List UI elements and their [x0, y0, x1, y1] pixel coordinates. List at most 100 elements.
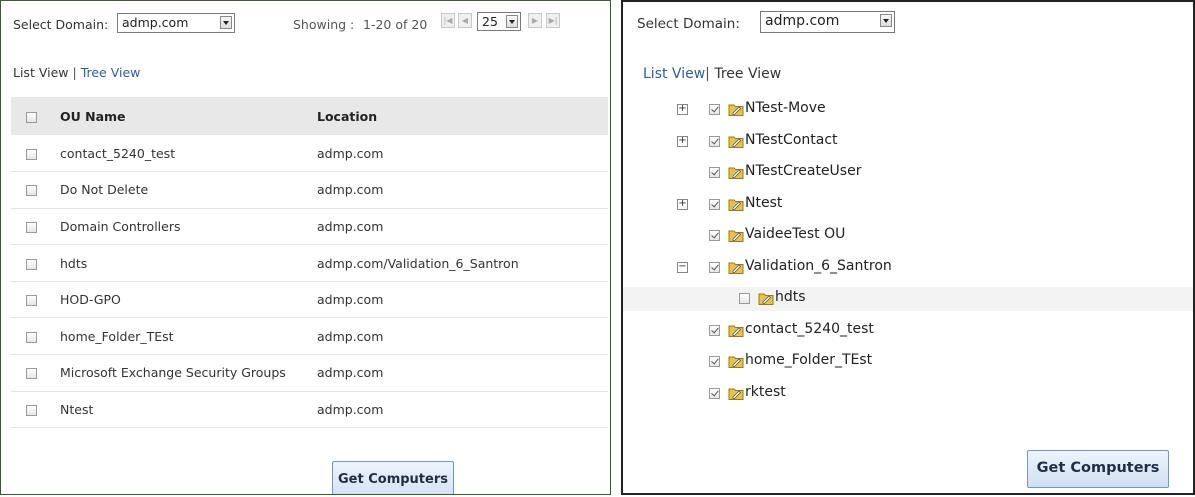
ou-name-cell: HOD-GPO — [60, 292, 121, 308]
tree-node-label: Validation_6_Santron — [745, 257, 892, 274]
tree-node-checkbox[interactable] — [709, 135, 720, 147]
domain-select-value: admp.com — [765, 13, 840, 29]
tree-node[interactable]: + NTest-Move — [623, 98, 1193, 122]
row-checkbox[interactable] — [26, 221, 37, 233]
table-row[interactable]: Domain Controllers admp.com — [11, 208, 608, 245]
row-checkbox[interactable] — [26, 185, 37, 197]
row-checkbox-cell — [11, 281, 59, 318]
row-checkbox-cell — [11, 391, 59, 428]
row-checkbox[interactable] — [26, 404, 37, 416]
table-row[interactable]: contact_5240_test admp.com — [11, 135, 608, 172]
row-checkbox[interactable] — [26, 258, 37, 270]
ou-name-cell: contact_5240_test — [60, 145, 176, 161]
ou-name-cell: Do Not Delete — [60, 182, 149, 198]
chevron-down-icon[interactable] — [220, 16, 232, 29]
folder-icon — [758, 291, 774, 305]
location-cell: admp.com — [317, 182, 384, 198]
table-row[interactable]: Ntest admp.com — [11, 391, 608, 428]
table-row[interactable]: home_Folder_TEst admp.com — [11, 318, 608, 355]
row-checkbox[interactable] — [26, 148, 37, 160]
row-checkbox-cell — [11, 135, 59, 172]
view-toggle: List View | Tree View — [13, 65, 140, 80]
location-cell: admp.com — [317, 401, 384, 417]
next-page-icon[interactable]: ▶ — [528, 13, 542, 28]
domain-select[interactable]: admp.com — [760, 11, 895, 33]
tree-node[interactable]: VaideeTest OU — [623, 224, 1193, 248]
tree-node-label: VaideeTest OU — [745, 226, 846, 242]
list-view-link[interactable]: List View — [643, 66, 705, 82]
select-all-checkbox[interactable] — [26, 111, 37, 123]
tree-node[interactable]: + Ntest — [623, 193, 1193, 217]
folder-icon — [728, 323, 744, 337]
row-checkbox-cell — [11, 208, 59, 245]
list-view-link[interactable]: List View — [13, 65, 69, 80]
tree-node-label: hdts — [775, 289, 806, 305]
row-checkbox-cell — [11, 245, 59, 282]
select-domain-label: Select Domain: — [637, 16, 740, 32]
folder-icon — [728, 354, 744, 368]
tree-node[interactable]: contact_5240_test — [623, 319, 1193, 343]
table-row[interactable]: HOD-GPO admp.com — [11, 281, 608, 318]
view-toggle: List View| Tree View — [643, 66, 781, 82]
tree-node[interactable]: rktest — [623, 382, 1193, 406]
folder-icon — [728, 260, 744, 274]
domain-select[interactable]: admp.com — [117, 13, 235, 33]
tree-node-checkbox[interactable] — [709, 261, 720, 273]
table-header-row: OU Name Location — [11, 97, 608, 135]
row-checkbox[interactable] — [26, 368, 37, 380]
location-cell: admp.com — [317, 365, 384, 381]
tree-node-checkbox[interactable] — [709, 104, 720, 115]
location-header[interactable]: Location — [316, 97, 608, 135]
tree-view-panel: Select Domain: admp.com List View| Tree … — [621, 0, 1195, 495]
tree-node[interactable]: home_Folder_TEst — [623, 350, 1193, 374]
tree-node[interactable]: NTestCreateUser — [623, 161, 1193, 185]
table-row[interactable]: Microsoft Exchange Security Groups admp.c… — [11, 355, 608, 392]
tree-node-checkbox[interactable] — [709, 230, 720, 241]
tree-node[interactable]: hdts — [623, 287, 1193, 311]
first-page-icon[interactable]: |◀ — [441, 13, 455, 28]
tree-node[interactable]: + NTestContact — [623, 130, 1193, 154]
get-computers-button[interactable]: Get Computers — [1027, 450, 1169, 488]
folder-icon — [728, 102, 744, 116]
table-row[interactable]: hdts admp.com/Validation_6_Santron — [11, 245, 608, 282]
view-separator: | — [72, 65, 77, 80]
showing-label: Showing : — [293, 17, 355, 32]
folder-icon — [728, 228, 744, 242]
tree-node-checkbox[interactable] — [739, 293, 750, 304]
ou-name-cell: Domain Controllers — [60, 218, 181, 234]
expand-icon[interactable]: + — [677, 135, 688, 147]
ou-table: OU Name Location contact_5240_test admp.c… — [11, 97, 608, 428]
row-checkbox-cell — [11, 172, 59, 209]
chevron-down-icon[interactable] — [880, 14, 892, 27]
ou-name-header[interactable]: OU Name — [59, 97, 316, 135]
prev-page-icon[interactable]: ◀ — [458, 13, 472, 28]
tree-view-link[interactable]: Tree View — [714, 66, 781, 82]
tree-node-label: rktest — [745, 383, 786, 400]
expand-icon[interactable]: + — [677, 198, 688, 210]
ou-name-cell: Microsoft Exchange Security Groups — [60, 365, 286, 381]
tree-node-checkbox[interactable] — [709, 356, 720, 367]
chevron-down-icon[interactable] — [506, 15, 518, 28]
row-checkbox[interactable] — [26, 295, 37, 307]
expand-icon[interactable]: + — [677, 104, 688, 115]
tree-node[interactable]: − Validation_6_Santron — [623, 256, 1193, 280]
row-checkbox-cell — [11, 355, 59, 392]
get-computers-button[interactable]: Get Computers — [332, 461, 454, 494]
tree-node-checkbox[interactable] — [709, 387, 720, 399]
tree-node-checkbox[interactable] — [709, 198, 720, 210]
tree-view-link[interactable]: Tree View — [81, 65, 141, 80]
tree-node-label: contact_5240_test — [745, 320, 874, 337]
tree-node-checkbox[interactable] — [709, 167, 720, 178]
showing-range: 1-20 of 20 — [363, 17, 428, 32]
location-cell: admp.com — [317, 218, 384, 234]
last-page-icon[interactable]: ▶| — [546, 13, 560, 28]
tree-node-label: home_Folder_TEst — [745, 352, 873, 368]
domain-select-value: admp.com — [122, 15, 189, 30]
folder-icon — [728, 386, 744, 400]
collapse-icon[interactable]: − — [677, 261, 688, 273]
tree-node-checkbox[interactable] — [709, 324, 720, 336]
ou-name-cell: Ntest — [60, 401, 94, 417]
page-size-select[interactable]: 25 — [477, 12, 521, 31]
table-row[interactable]: Do Not Delete admp.com — [11, 172, 608, 209]
row-checkbox[interactable] — [26, 331, 37, 343]
